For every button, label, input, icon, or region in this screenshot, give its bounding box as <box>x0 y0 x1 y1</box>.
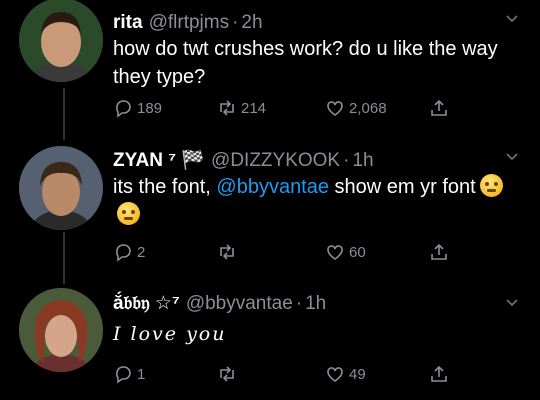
tweet-abby[interactable]: ắ𝔟𝔟𝔶 ☆⁷ @bbyvantae · 1h I love you 1 49 <box>0 284 540 400</box>
mention-link[interactable]: @bbyvantae <box>216 176 329 198</box>
tweet-text-start: its the font, <box>113 176 217 198</box>
share-icon <box>431 243 447 260</box>
like-count: 2,068 <box>349 99 387 117</box>
avatar[interactable] <box>19 146 103 230</box>
display-name[interactable]: ZYAN ⁷ 🏁 <box>113 148 205 172</box>
reply-icon <box>116 100 131 118</box>
reply-icon <box>116 366 131 384</box>
chevron-down-icon[interactable] <box>504 148 520 164</box>
share-button[interactable] <box>429 364 449 384</box>
retweet-icon <box>220 366 234 382</box>
share-icon <box>431 99 447 116</box>
tweet-header: ắ𝔟𝔟𝔶 ☆⁷ @bbyvantae · 1h <box>113 292 326 315</box>
tweet-actions: 2 60 <box>113 242 447 262</box>
display-name[interactable]: ắ𝔟𝔟𝔶 ☆⁷ <box>113 292 180 315</box>
chevron-down-icon[interactable] <box>504 10 520 26</box>
tweet-actions: 1 49 <box>113 364 447 384</box>
reply-button[interactable]: 2 <box>113 242 145 262</box>
tweet-text: I love you <box>113 323 227 345</box>
tweet-text: how do twt crushes work? do u like the w… <box>113 38 498 88</box>
share-button[interactable] <box>429 98 449 118</box>
tweet-rita[interactable]: rita @flrtpjms · 2h how do twt crushes w… <box>0 0 540 135</box>
reply-count: 1 <box>137 365 146 383</box>
tweet-header: ZYAN ⁷ 🏁 @DIZZYKOOK · 1h <box>113 148 374 172</box>
retweet-icon <box>220 100 234 116</box>
user-handle[interactable]: @bbyvantae <box>186 293 293 315</box>
like-icon <box>327 101 343 116</box>
like-count: 49 <box>349 365 366 383</box>
pleading-emoji-icon <box>117 202 140 225</box>
like-icon <box>327 245 343 260</box>
retweet-button[interactable] <box>217 364 241 384</box>
retweet-count: 214 <box>241 99 267 117</box>
retweet-icon <box>220 244 234 260</box>
user-handle[interactable]: @DIZZYKOOK <box>211 150 340 172</box>
avatar[interactable] <box>19 0 103 82</box>
reply-button[interactable]: 189 <box>113 98 162 118</box>
chevron-down-icon[interactable] <box>504 294 520 310</box>
like-button[interactable]: 60 <box>325 242 366 262</box>
reply-count: 189 <box>137 99 163 117</box>
tweet-zyan[interactable]: ZYAN ⁷ 🏁 @DIZZYKOOK · 1h its the font, @… <box>0 140 540 280</box>
like-count: 60 <box>349 243 366 261</box>
retweet-button[interactable] <box>217 242 241 262</box>
timestamp[interactable]: 1h <box>305 293 326 315</box>
separator-dot: · <box>343 150 350 171</box>
like-button[interactable]: 2,068 <box>325 98 387 118</box>
pleading-emoji-icon <box>479 174 503 197</box>
reply-count: 2 <box>137 243 146 261</box>
tweet-text: its the font, @bbyvantae show em yr font <box>113 173 523 229</box>
retweet-button[interactable]: 214 <box>217 98 266 118</box>
avatar[interactable] <box>19 288 103 372</box>
reply-icon <box>116 244 131 262</box>
user-handle[interactable]: @flrtpjms <box>149 12 230 34</box>
timestamp[interactable]: 1h <box>352 150 373 172</box>
tweet-header: rita @flrtpjms · 2h <box>113 12 263 34</box>
timestamp[interactable]: 2h <box>241 12 262 34</box>
tweet-text-end: show em yr font <box>329 176 476 198</box>
share-icon <box>431 365 447 382</box>
reply-button[interactable]: 1 <box>113 364 145 384</box>
display-name[interactable]: rita <box>113 12 143 34</box>
like-icon <box>327 367 343 382</box>
separator-dot: · <box>232 12 239 33</box>
like-button[interactable]: 49 <box>325 364 366 384</box>
tweet-actions: 189 214 2,068 <box>113 98 447 118</box>
separator-dot: · <box>295 293 303 314</box>
share-button[interactable] <box>429 242 449 262</box>
